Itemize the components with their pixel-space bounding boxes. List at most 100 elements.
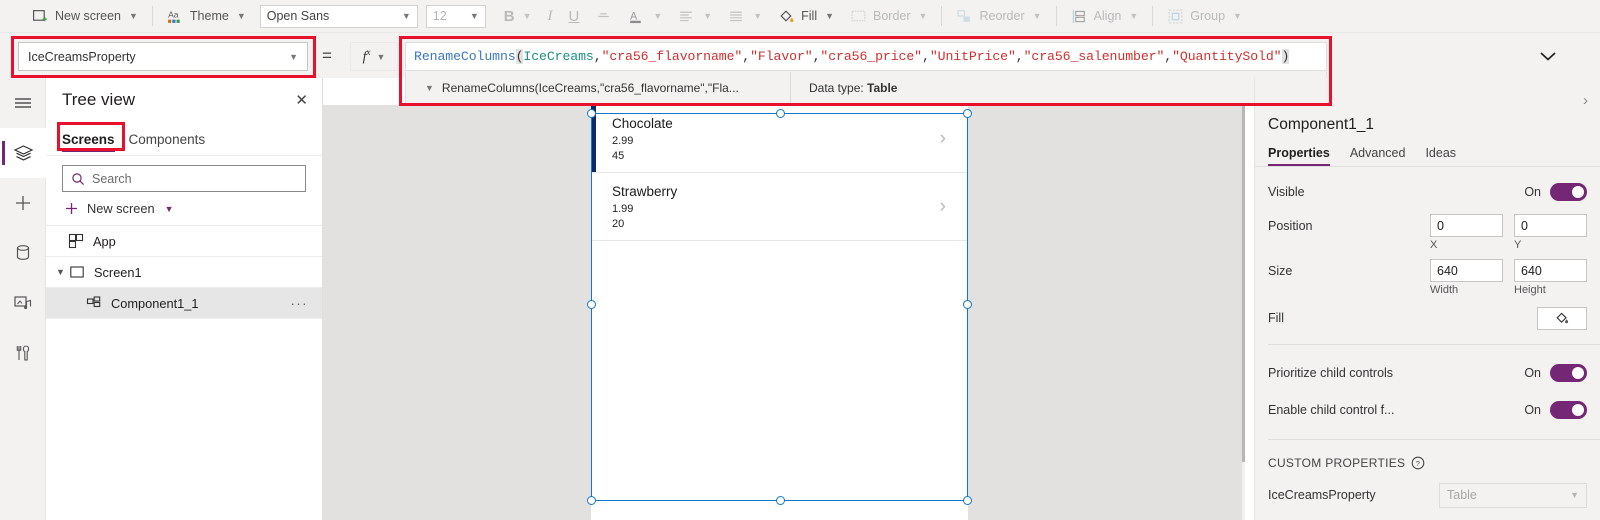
property-visible: Visible On xyxy=(1255,173,1600,210)
divider xyxy=(1055,6,1057,26)
property-enable-child-toggle[interactable] xyxy=(1550,400,1587,419)
property-prioritize-toggle[interactable] xyxy=(1550,363,1587,382)
power-apps-studio: New screen ▼ Aa Theme ▼ Open Sans ▼ 12 ▼… xyxy=(0,0,1600,520)
italic-label: I xyxy=(547,7,553,24)
new-screen-label: New screen xyxy=(55,9,121,23)
more-options-icon[interactable]: ··· xyxy=(291,296,309,311)
canvas-scrollbar-thumb[interactable] xyxy=(1242,105,1245,462)
property-position: Position 0 X 0 Y xyxy=(1255,210,1600,255)
property-position-y-input[interactable]: 0 xyxy=(1514,214,1587,237)
gallery-item-strawberry[interactable]: Strawberry 1.99 20 › xyxy=(591,173,968,241)
divider xyxy=(1268,344,1600,345)
tab-components[interactable]: Components xyxy=(129,132,206,152)
new-screen-menu-button[interactable]: New screen ▼ xyxy=(46,192,322,225)
fx-button[interactable]: fx ▼ xyxy=(350,42,398,71)
custom-property-row: IceCreamsProperty Table ▼ xyxy=(1255,479,1600,511)
hamburger-menu-icon xyxy=(15,98,31,108)
svg-text:?: ? xyxy=(1416,459,1420,468)
intellisense-data-type: Data type: Table xyxy=(791,81,897,95)
property-size-width-caption: Width xyxy=(1430,284,1459,296)
group-button[interactable]: Group ▼ xyxy=(1159,0,1250,33)
property-selector[interactable]: IceCreamsProperty ▼ xyxy=(18,42,308,71)
media-icon xyxy=(14,296,32,310)
custom-property-value: Table xyxy=(1447,488,1477,502)
strikethrough-button[interactable] xyxy=(587,0,620,33)
text-align-button[interactable]: ▼ xyxy=(720,0,770,33)
custom-property-value-select[interactable]: Table ▼ xyxy=(1439,482,1587,508)
theme-label: Theme xyxy=(189,9,229,23)
chevron-down-icon xyxy=(1540,51,1556,61)
reorder-button[interactable]: Reorder ▼ xyxy=(948,0,1049,33)
formula-expand-button[interactable] xyxy=(1534,45,1562,67)
tab-ideas[interactable]: Ideas xyxy=(1425,146,1456,166)
font-color-button[interactable]: A ▼ xyxy=(620,0,670,33)
chevron-down-icon[interactable]: ▼ xyxy=(52,267,69,277)
new-screen-button[interactable]: New screen ▼ xyxy=(24,0,146,33)
canvas-scrollbar[interactable] xyxy=(1242,105,1245,520)
underline-button[interactable]: U xyxy=(561,0,588,33)
chevron-right-icon[interactable]: › xyxy=(1583,92,1588,109)
reorder-label: Reorder xyxy=(979,9,1025,23)
chevron-down-icon: ▼ xyxy=(522,11,532,21)
theme-button[interactable]: Aa Theme ▼ xyxy=(159,0,254,33)
font-size-select[interactable]: 12 ▼ xyxy=(425,4,486,28)
intellisense-signature[interactable]: ▼ RenameColumns(IceCreams,"cra56_flavorn… xyxy=(406,72,791,104)
group-label: Group xyxy=(1190,9,1226,23)
font-size-value: 12 xyxy=(432,9,447,23)
fill-button[interactable]: Fill ▼ xyxy=(770,0,842,33)
divider xyxy=(941,6,943,26)
gallery-item-title: Chocolate xyxy=(612,116,673,131)
formula-input[interactable]: RenameColumns(IceCreams,"cra56_flavornam… xyxy=(405,42,1327,71)
chevron-right-icon[interactable]: › xyxy=(940,196,946,218)
strikethrough-icon xyxy=(598,12,610,17)
property-fill-button[interactable] xyxy=(1537,306,1587,330)
insert-button[interactable] xyxy=(0,178,46,228)
properties-panel-top: › xyxy=(1255,78,1600,116)
chevron-down-icon: ▼ xyxy=(1233,11,1242,21)
fill-label: Fill xyxy=(801,9,818,23)
selected-control-name: Component1_1 xyxy=(1268,116,1374,133)
help-circle-icon[interactable]: ? xyxy=(1411,456,1425,470)
chevron-down-icon: ▼ xyxy=(918,11,928,21)
data-type-value: Table xyxy=(867,81,898,95)
close-icon[interactable]: ✕ xyxy=(295,93,308,108)
fx-label: fx xyxy=(362,47,371,65)
font-family-select[interactable]: Open Sans ▼ xyxy=(259,4,418,28)
search-input[interactable]: Search xyxy=(62,165,306,192)
fill-bucket-icon xyxy=(1556,312,1569,324)
property-selector-value: IceCreamsProperty xyxy=(28,49,136,64)
italic-button[interactable]: I xyxy=(540,0,561,33)
gallery-item-quantity: 20 xyxy=(612,217,625,230)
chevron-right-icon[interactable]: › xyxy=(940,128,946,150)
hamburger-menu-button[interactable] xyxy=(0,78,46,128)
property-position-x-input[interactable]: 0 xyxy=(1430,214,1503,237)
media-button[interactable] xyxy=(0,278,46,328)
tree-view-button[interactable] xyxy=(0,128,46,178)
left-rail xyxy=(0,78,46,520)
tree-item-screen1[interactable]: ▼ Screen1 xyxy=(46,257,322,288)
tab-properties[interactable]: Properties xyxy=(1268,146,1330,166)
property-size-width-input[interactable]: 640 xyxy=(1430,259,1503,282)
canvas-area[interactable]: Chocolate 2.99 45 › Strawberry 1.99 20 › xyxy=(323,105,1245,520)
tree-item-app[interactable]: App xyxy=(46,226,322,257)
app-screen[interactable]: Chocolate 2.99 45 › Strawberry 1.99 20 › xyxy=(591,105,968,520)
property-size-height-input[interactable]: 640 xyxy=(1514,259,1587,282)
align-button[interactable]: Align ▼ xyxy=(1063,0,1147,33)
gallery-empty-area xyxy=(591,241,968,520)
tab-advanced-label: Advanced xyxy=(1349,146,1406,160)
property-visible-toggle[interactable] xyxy=(1550,182,1587,201)
tree-item-screen1-label: Screen1 xyxy=(94,264,142,280)
data-button[interactable] xyxy=(0,228,46,278)
reorder-icon xyxy=(957,9,971,22)
tab-advanced[interactable]: Advanced xyxy=(1350,146,1406,166)
paragraph-align-button[interactable]: ▼ xyxy=(670,0,720,33)
advanced-tools-button[interactable] xyxy=(0,328,46,378)
gallery-item-chocolate[interactable]: Chocolate 2.99 45 › xyxy=(591,105,968,173)
gallery-item-price: 1.99 xyxy=(612,203,634,215)
property-position-y-caption: Y xyxy=(1514,239,1522,251)
tab-screens[interactable]: Screens xyxy=(62,132,115,152)
tree-item-component1-1[interactable]: Component1_1 ··· xyxy=(46,288,322,319)
border-button[interactable]: Border ▼ xyxy=(842,0,935,33)
search-placeholder: Search xyxy=(92,171,132,186)
bold-button[interactable]: B ▼ xyxy=(496,0,540,33)
